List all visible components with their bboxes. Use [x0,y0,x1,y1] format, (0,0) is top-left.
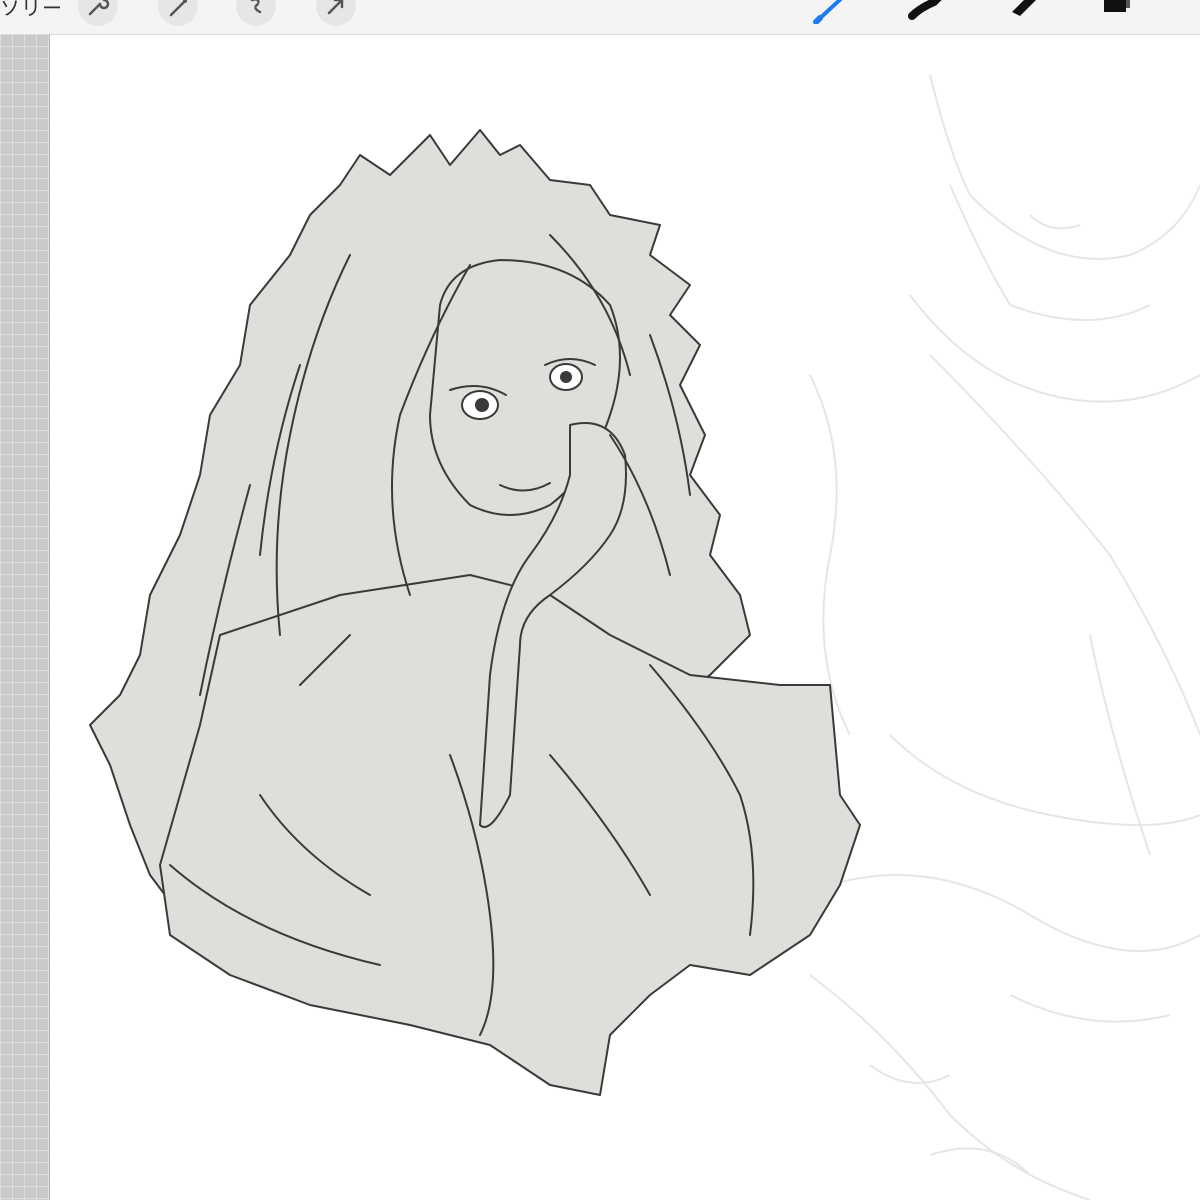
background-sketch [809,74,1200,1200]
wrench-icon[interactable] [78,0,118,26]
layers-icon[interactable] [1098,0,1136,24]
smudge-icon[interactable] [906,0,944,24]
selection-icon[interactable] [236,0,276,26]
left-sidebar[interactable] [0,34,50,1200]
top-toolbar: ソリー [0,0,1200,35]
magic-wand-icon[interactable] [158,0,198,26]
gallery-button[interactable]: ソリー [0,0,63,19]
drawing-canvas[interactable] [50,35,1200,1200]
eraser-icon[interactable] [1006,0,1044,24]
brush-icon[interactable] [812,0,850,25]
transform-arrow-icon[interactable] [316,0,356,26]
character-line-art [89,129,861,1096]
artwork [89,74,1200,1200]
